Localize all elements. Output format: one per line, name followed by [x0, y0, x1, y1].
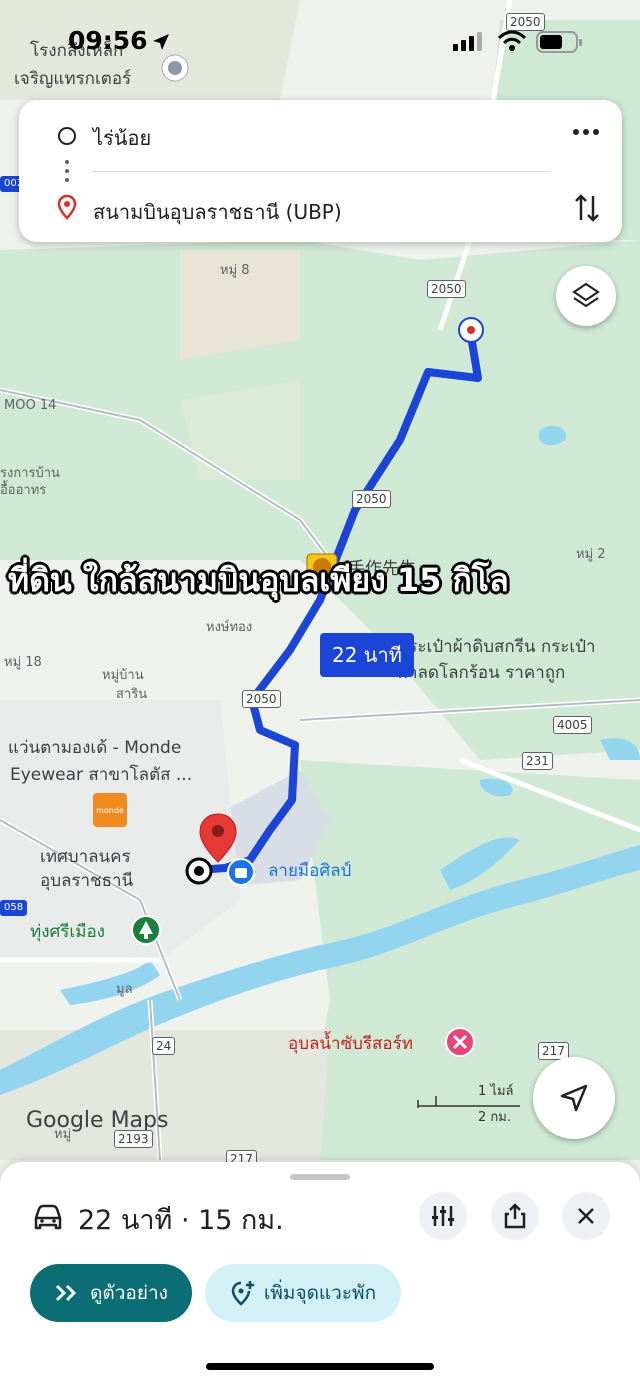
more-icon[interactable]	[571, 126, 601, 138]
map-label-poi[interactable]: เจริญแทรกเตอร์	[14, 69, 131, 90]
status-time: 09:56	[68, 26, 148, 55]
map-label-village: หมู่ 8	[220, 263, 250, 278]
shopping-marker-icon[interactable]	[226, 857, 256, 887]
options-icon	[432, 1206, 454, 1226]
status-bar: 09:56	[0, 26, 640, 66]
map-label-shop[interactable]: แว่นตามองเด้ - Monde	[8, 738, 181, 759]
preview-button-label: ดูตัวอย่าง	[90, 1282, 168, 1304]
layers-icon	[572, 282, 600, 308]
swap-icon[interactable]	[573, 192, 601, 224]
my-location-icon	[560, 1084, 588, 1112]
road-shield: 4005	[553, 716, 592, 735]
origin-marker-icon[interactable]	[456, 315, 486, 345]
origin-field[interactable]: ไร่น้อย	[93, 122, 151, 154]
double-chevron-icon	[56, 1284, 77, 1302]
resort-marker-icon[interactable]	[444, 1026, 476, 1058]
sheet-drag-handle[interactable]	[290, 1174, 350, 1180]
directions-card: ไร่น้อย สนามบินอุบลราชธานี (UBP)	[19, 100, 622, 242]
share-button[interactable]	[491, 1192, 539, 1240]
map-label-resort[interactable]: อุบลน้ำซับรีสอร์ท	[288, 1034, 413, 1055]
park-marker-icon[interactable]	[130, 914, 162, 946]
monde-logo-icon[interactable]: monde	[93, 793, 127, 827]
destination-pin-small-icon	[57, 194, 77, 220]
add-stop-icon	[231, 1281, 254, 1306]
map-label-village: สาริน	[116, 687, 148, 702]
signal-icon	[453, 32, 482, 51]
divider	[93, 171, 551, 172]
map-label-river: มูล	[116, 982, 133, 997]
battery-icon	[536, 31, 582, 53]
destination-endpoint-icon	[185, 857, 213, 885]
map-label-village: MOO 14	[4, 398, 57, 413]
map-label-craft[interactable]: ลายมือศิลป์	[268, 861, 351, 882]
route-duration-label[interactable]: 22 นาที	[320, 633, 414, 677]
map-label-shop[interactable]: Eyewear สาขาโลตัส ...	[10, 765, 192, 786]
preview-button[interactable]: ดูตัวอย่าง	[30, 1264, 192, 1322]
share-icon	[504, 1203, 526, 1229]
map-label-poi: รงการบ้าน	[0, 466, 60, 481]
map-label-village: หมู่บ้าน	[102, 668, 144, 683]
road-shield: 231	[522, 752, 553, 771]
route-dots-icon	[65, 160, 69, 182]
add-stop-button[interactable]: เพิ่มจุดแวะพัก	[205, 1264, 401, 1322]
road-shield: 2050	[242, 690, 281, 709]
map-label-village: หงษ์ทอง	[206, 620, 253, 635]
bottom-sheet[interactable]: 22 นาที · 15 กม. ดูตัวอย่าง เพิ่มจุดแวะพ…	[0, 1162, 640, 1387]
route-options-button[interactable]	[419, 1192, 467, 1240]
close-button[interactable]	[562, 1192, 610, 1240]
origin-circle-icon	[58, 127, 76, 145]
map-label-city: เทศบาลนคร	[40, 847, 131, 867]
overlay-caption: ที่ดิน ใกล้สนามบินอุบลเพียง 15 กิโล	[8, 561, 509, 599]
layers-button[interactable]	[556, 266, 616, 326]
map-label-shop[interactable]: กระเป๋าผ้าดิบสกรีน กระเป๋า	[398, 637, 596, 658]
map-label-village: หมู่ 2	[576, 547, 606, 562]
road-shield: 058	[0, 900, 28, 916]
road-shield: 24	[152, 1037, 176, 1056]
map-label-poi: อื้ออาทร	[0, 483, 47, 498]
close-icon	[578, 1208, 594, 1224]
home-indicator	[206, 1363, 434, 1370]
trip-summary: 22 นาที · 15 กม.	[78, 1205, 284, 1236]
map-label-city: อุบลราชธานี	[40, 871, 134, 891]
map-label-park[interactable]: ทุ่งศรีเมือง	[30, 922, 105, 943]
road-shield: 2050	[427, 280, 466, 299]
road-shield: 2193	[114, 1130, 153, 1149]
road-shield: 2050	[352, 490, 391, 509]
destination-field[interactable]: สนามบินอุบลราชธานี (UBP)	[93, 196, 342, 228]
scale-km: 2 กม.	[478, 1110, 511, 1125]
add-stop-button-label: เพิ่มจุดแวะพัก	[263, 1282, 377, 1304]
car-icon	[34, 1204, 62, 1230]
my-location-button[interactable]	[533, 1057, 615, 1139]
location-arrow-icon	[153, 34, 169, 50]
map-label-village: หมู่ 18	[4, 655, 42, 670]
scale-miles: 1 ไมล์	[478, 1084, 514, 1099]
wifi-icon	[497, 30, 527, 51]
map-label-shop[interactable]: ผ้าลดโลกร้อน ราคาถูก	[398, 663, 565, 684]
